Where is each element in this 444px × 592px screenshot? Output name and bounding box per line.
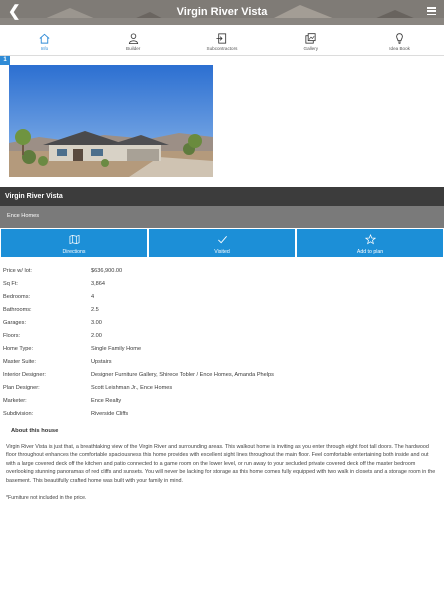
detail-row-home-type: Home Type: Single Family Home <box>3 343 433 356</box>
tab-label: Builder <box>126 46 141 51</box>
detail-key: Bathrooms: <box>3 307 32 313</box>
star-icon <box>364 234 376 245</box>
tab-subcontractors[interactable]: Subcontractors <box>178 25 267 55</box>
add-to-plan-label: Add to plan <box>356 249 384 255</box>
directions-button[interactable]: Directions <box>0 228 148 258</box>
visited-button[interactable]: Visited <box>148 228 296 258</box>
about-heading: About this house <box>11 428 59 434</box>
detail-row-marketer: Marketer: Ence Realty <box>3 395 433 408</box>
detail-value: Riverside Cliffs <box>91 411 129 417</box>
detail-row-price: Price w/ lot: $636,900.00 <box>3 265 433 278</box>
detail-value: $636,900.00 <box>91 268 123 274</box>
page-title: Virgin River Vista <box>176 6 268 18</box>
hamburger-menu-icon[interactable] <box>427 7 436 16</box>
detail-row-subdivision: Subdivision: Riverside Cliffs <box>3 408 433 421</box>
lightbulb-icon <box>396 33 403 44</box>
visited-label: Visited <box>214 249 230 255</box>
detail-key: Price w/ lot: <box>3 268 32 274</box>
home-icon <box>39 33 50 44</box>
detail-value: 2.00 <box>91 333 102 339</box>
tab-label: Subcontractors <box>206 46 238 51</box>
tab-label: Idea Book <box>389 46 410 51</box>
detail-value: Designer Furniture Gallery, Shirece Tobl… <box>91 372 274 378</box>
builder-name-bar[interactable]: Ence Homes <box>0 206 444 228</box>
detail-row-floors: Floors: 2.00 <box>3 330 433 343</box>
detail-value: Scott Leishman Jr., Ence Homes <box>91 385 173 391</box>
detail-key: Master Suite: <box>3 359 36 365</box>
detail-key: Interior Designer: <box>3 372 46 378</box>
door-enter-icon <box>216 33 227 44</box>
person-icon <box>128 33 138 45</box>
about-description: Virgin River Vista is just that, a breat… <box>6 444 436 484</box>
detail-row-interior-designer: Interior Designer: Designer Furniture Gal… <box>3 369 433 382</box>
detail-value: 3,864 <box>91 281 105 287</box>
detail-row-bathrooms: Bathrooms: 2.5 <box>3 304 433 317</box>
app-header: ❮ Virgin River Vista <box>0 0 444 25</box>
tab-label: Info <box>40 46 49 51</box>
tab-builder[interactable]: Builder <box>89 25 178 55</box>
house-photo[interactable] <box>9 65 213 177</box>
detail-value: 4 <box>91 294 95 300</box>
detail-value: 2.5 <box>91 307 99 313</box>
detail-row-bedrooms: Bedrooms: 4 <box>3 291 433 304</box>
detail-key: Bedrooms: <box>3 294 31 300</box>
detail-value: 3.00 <box>91 320 102 326</box>
checkmark-icon <box>217 235 227 244</box>
map-icon <box>69 234 79 245</box>
photo-counter-badge: 1 <box>0 56 10 65</box>
detail-key: Garages: <box>3 320 27 326</box>
detail-row-garages: Garages: 3.00 <box>3 317 433 330</box>
tab-info[interactable]: Info <box>0 25 89 55</box>
add-to-plan-button[interactable]: Add to plan <box>296 228 444 258</box>
gallery-icon <box>305 33 316 44</box>
home-name-bar: Virgin River Vista <box>0 187 444 206</box>
detail-key: Home Type: <box>3 346 34 352</box>
house-photo-illustration <box>9 65 213 177</box>
action-bar: Directions Visited Add to plan <box>0 228 444 258</box>
detail-key: Subdivision: <box>3 411 34 417</box>
detail-key: Sq Ft: <box>3 281 18 287</box>
detail-key: Plan Designer: <box>3 385 40 391</box>
detail-value: Upstairs <box>91 359 112 365</box>
tab-label: Gallery <box>303 46 319 51</box>
tab-idea-book[interactable]: Idea Book <box>355 25 444 55</box>
tab-bar: Info Builder Subcontractors Gallery Idea… <box>0 25 444 56</box>
furniture-note: *Furniture not included in the price. <box>6 495 87 501</box>
tab-gallery[interactable]: Gallery <box>266 25 355 55</box>
detail-key: Floors: <box>3 333 21 339</box>
detail-value: Ence Realty <box>91 398 122 404</box>
detail-row-sqft: Sq Ft: 3,864 <box>3 278 433 291</box>
detail-row-plan-designer: Plan Designer: Scott Leishman Jr., Ence H… <box>3 382 433 395</box>
detail-key: Marketer: <box>3 398 27 404</box>
details-list: Price w/ lot: $636,900.00 Sq Ft: 3,864 Bed… <box>3 265 433 421</box>
directions-label: Directions <box>62 249 86 255</box>
detail-value: Single Family Home <box>91 346 142 352</box>
detail-row-master-suite: Master Suite: Upstairs <box>3 356 433 369</box>
